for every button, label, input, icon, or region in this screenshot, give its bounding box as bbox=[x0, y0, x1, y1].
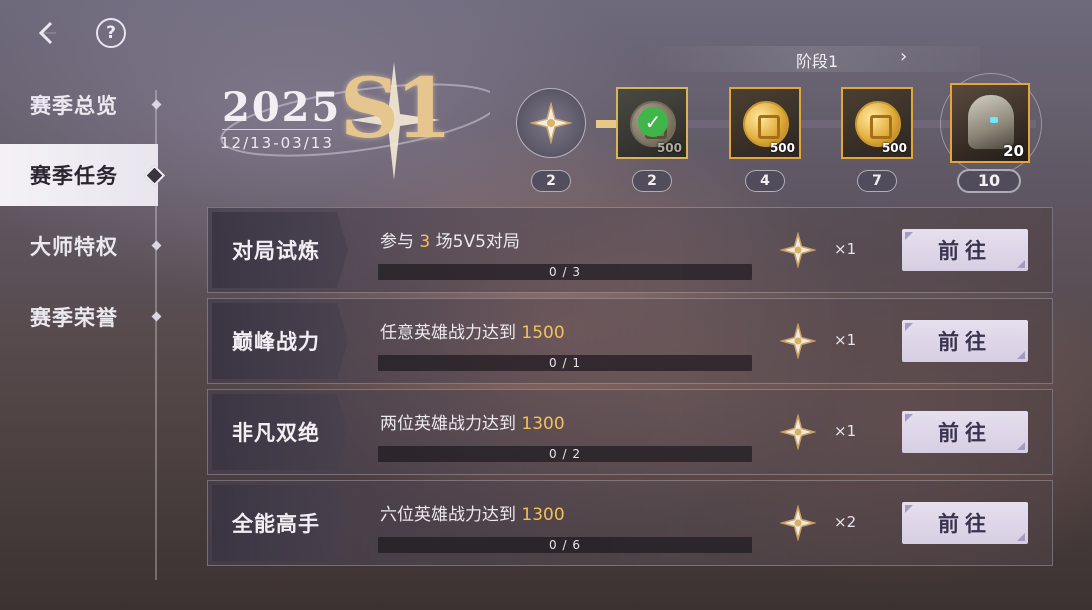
season-code: S1 bbox=[340, 61, 452, 157]
task-progress-text: 0 / 1 bbox=[549, 356, 581, 370]
task-row: 非凡双绝 两位英雄战力达到 1300 0 / 2 ×1 前往 bbox=[207, 389, 1053, 475]
reward-slot-1[interactable]: ✓ 500 bbox=[616, 87, 688, 159]
next-stage-button[interactable]: › bbox=[900, 46, 907, 67]
sidebar-item-season-honors[interactable]: 赛季荣誉 bbox=[0, 286, 162, 348]
go-button[interactable]: 前往 bbox=[902, 320, 1028, 362]
task-target-value: 1300 bbox=[521, 505, 565, 525]
star-token-icon bbox=[530, 102, 572, 144]
question-mark-icon: ? bbox=[106, 23, 116, 43]
task-progress-text: 0 / 6 bbox=[549, 538, 581, 552]
task-description: 六位英雄战力达到 1300 bbox=[380, 500, 565, 525]
season-year: 2025 bbox=[222, 84, 342, 131]
sidebar-item-master-privileges[interactable]: 大师特权 bbox=[0, 215, 162, 277]
back-button[interactable] bbox=[30, 16, 64, 50]
reward-quantity: 20 bbox=[1003, 142, 1024, 160]
sidebar-item-season-tasks[interactable]: 赛季任务 bbox=[0, 144, 166, 206]
task-description: 两位英雄战力达到 1300 bbox=[380, 409, 565, 434]
task-row: 对局试炼 参与 3 场5V5对局 0 / 3 ×1 前往 bbox=[207, 207, 1053, 293]
task-progress-bar: 0 / 1 bbox=[378, 355, 752, 371]
task-title: 全能高手 bbox=[212, 485, 348, 561]
season-dates: 12/13-03/13 bbox=[220, 134, 334, 152]
token-count-badge: 2 bbox=[531, 170, 571, 192]
task-desc-prefix: 任意英雄战力达到 bbox=[380, 323, 522, 343]
go-button[interactable]: 前往 bbox=[902, 229, 1028, 271]
sidebar-item-label: 赛季总览 bbox=[30, 94, 118, 118]
star-token-icon bbox=[780, 323, 816, 359]
task-progress-text: 0 / 2 bbox=[549, 447, 581, 461]
reward-multiplier: ×1 bbox=[834, 240, 857, 258]
reward-quantity: 500 bbox=[656, 141, 682, 155]
task-title: 巅峰战力 bbox=[212, 303, 348, 379]
reward-quantity: 500 bbox=[881, 141, 907, 155]
diamond-marker-icon bbox=[151, 99, 162, 110]
chevron-left-icon bbox=[38, 21, 56, 45]
helmet-icon bbox=[968, 95, 1014, 149]
diamond-marker-icon bbox=[143, 164, 166, 187]
reward-quantity: 500 bbox=[769, 141, 795, 155]
sidebar-item-overview[interactable]: 赛季总览 bbox=[0, 74, 162, 136]
sidebar-item-label: 赛季荣誉 bbox=[30, 306, 118, 330]
reward-requirement-badge: 10 bbox=[957, 169, 1021, 193]
sidebar-item-label: 大师特权 bbox=[30, 235, 118, 259]
checkmark-icon: ✓ bbox=[638, 107, 668, 137]
task-title: 对局试炼 bbox=[212, 212, 348, 288]
task-progress-bar: 0 / 6 bbox=[378, 537, 752, 553]
diamond-marker-icon bbox=[151, 311, 162, 322]
reward-requirement-badge: 2 bbox=[632, 170, 672, 192]
stage-label: 阶段1 bbox=[796, 52, 839, 71]
task-progress-text: 0 / 3 bbox=[549, 265, 581, 279]
task-description: 任意英雄战力达到 1500 bbox=[380, 318, 565, 343]
reward-slot-final[interactable]: 20 bbox=[950, 83, 1030, 163]
season-token-node bbox=[516, 88, 586, 158]
reward-slot-2[interactable]: 500 bbox=[729, 87, 801, 159]
reward-multiplier: ×1 bbox=[834, 331, 857, 349]
star-token-icon bbox=[780, 505, 816, 541]
go-button[interactable]: 前往 bbox=[902, 502, 1028, 544]
task-desc-prefix: 六位英雄战力达到 bbox=[380, 505, 522, 525]
star-token-icon bbox=[780, 232, 816, 268]
task-row: 巅峰战力 任意英雄战力达到 1500 0 / 1 ×1 前往 bbox=[207, 298, 1053, 384]
task-target-value: 3 bbox=[419, 232, 431, 252]
task-progress-bar: 0 / 2 bbox=[378, 446, 752, 462]
help-button[interactable]: ? bbox=[96, 18, 126, 48]
task-title: 非凡双绝 bbox=[212, 394, 348, 470]
sidebar-item-label: 赛季任务 bbox=[30, 164, 118, 188]
chevron-right-icon: › bbox=[900, 46, 908, 67]
task-desc-suffix: 场5V5对局 bbox=[430, 232, 520, 252]
task-progress-bar: 0 / 3 bbox=[378, 264, 752, 280]
reward-slot-3[interactable]: 500 bbox=[841, 87, 913, 159]
task-row: 全能高手 六位英雄战力达到 1300 0 / 6 ×2 前往 bbox=[207, 480, 1053, 566]
reward-multiplier: ×1 bbox=[834, 422, 857, 440]
season-date-divider bbox=[222, 129, 332, 130]
go-button[interactable]: 前往 bbox=[902, 411, 1028, 453]
task-desc-prefix: 参与 bbox=[380, 232, 420, 252]
reward-multiplier: ×2 bbox=[834, 513, 857, 531]
reward-requirement-badge: 4 bbox=[745, 170, 785, 192]
task-target-value: 1500 bbox=[521, 323, 565, 343]
task-description: 参与 3 场5V5对局 bbox=[380, 227, 520, 252]
star-token-icon bbox=[780, 414, 816, 450]
task-desc-prefix: 两位英雄战力达到 bbox=[380, 414, 522, 434]
diamond-marker-icon bbox=[151, 240, 162, 251]
task-target-value: 1300 bbox=[521, 414, 565, 434]
reward-requirement-badge: 7 bbox=[857, 170, 897, 192]
